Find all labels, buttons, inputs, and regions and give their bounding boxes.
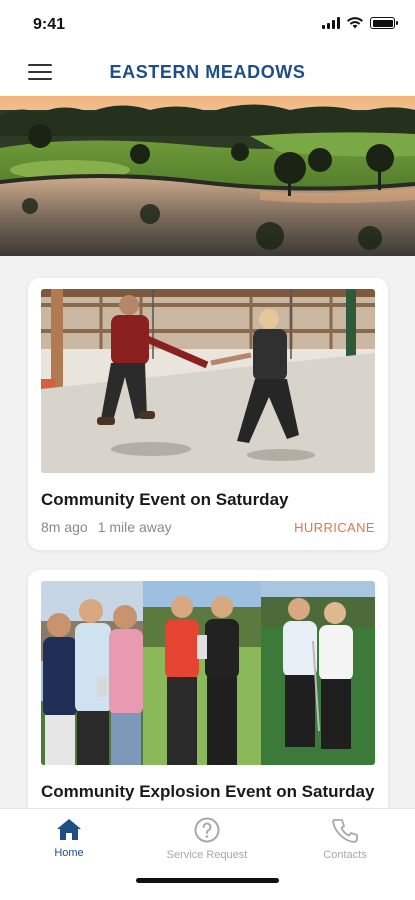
status-icons <box>322 17 398 29</box>
event-image <box>41 289 375 473</box>
nav-service-request[interactable]: Service Request <box>152 817 262 861</box>
nav-home[interactable]: Home <box>14 817 124 859</box>
app-title: EASTERN MEADOWS <box>109 62 306 82</box>
wifi-icon <box>347 17 363 29</box>
event-title: Community Event on Saturday <box>41 490 289 509</box>
status-time: 9:41 <box>33 16 66 33</box>
nav-contacts[interactable]: Contacts <box>290 817 400 861</box>
event-distance: 1 mile away <box>97 519 172 535</box>
app-header: EASTERN MEADOWS <box>0 48 415 96</box>
event-time: 8m ago <box>41 519 88 535</box>
phone-icon <box>332 819 358 843</box>
nav-label: Service Request <box>166 849 248 861</box>
event-card[interactable]: Community Explosion Event on Saturday <box>28 570 388 808</box>
event-feed[interactable]: Community Event on Saturday 8m ago 1 mil… <box>0 256 415 808</box>
hero-image <box>0 96 415 256</box>
event-title: Community Explosion Event on Saturday <box>41 782 375 801</box>
event-card[interactable]: Community Event on Saturday 8m ago 1 mil… <box>28 278 388 550</box>
nav-label: Home <box>54 847 84 859</box>
bottom-nav: Home Service Request Contacts <box>0 808 415 900</box>
cellular-signal-icon <box>322 17 340 29</box>
home-icon <box>57 819 81 840</box>
nav-label: Contacts <box>323 849 367 861</box>
battery-icon <box>370 17 398 29</box>
event-image <box>41 581 375 765</box>
event-meta: 8m ago 1 mile away <box>41 519 172 535</box>
home-indicator <box>136 878 279 883</box>
status-bar: 9:41 <box>0 0 415 48</box>
question-circle-icon <box>194 817 220 843</box>
event-tag: HURRICANE <box>294 520 375 535</box>
